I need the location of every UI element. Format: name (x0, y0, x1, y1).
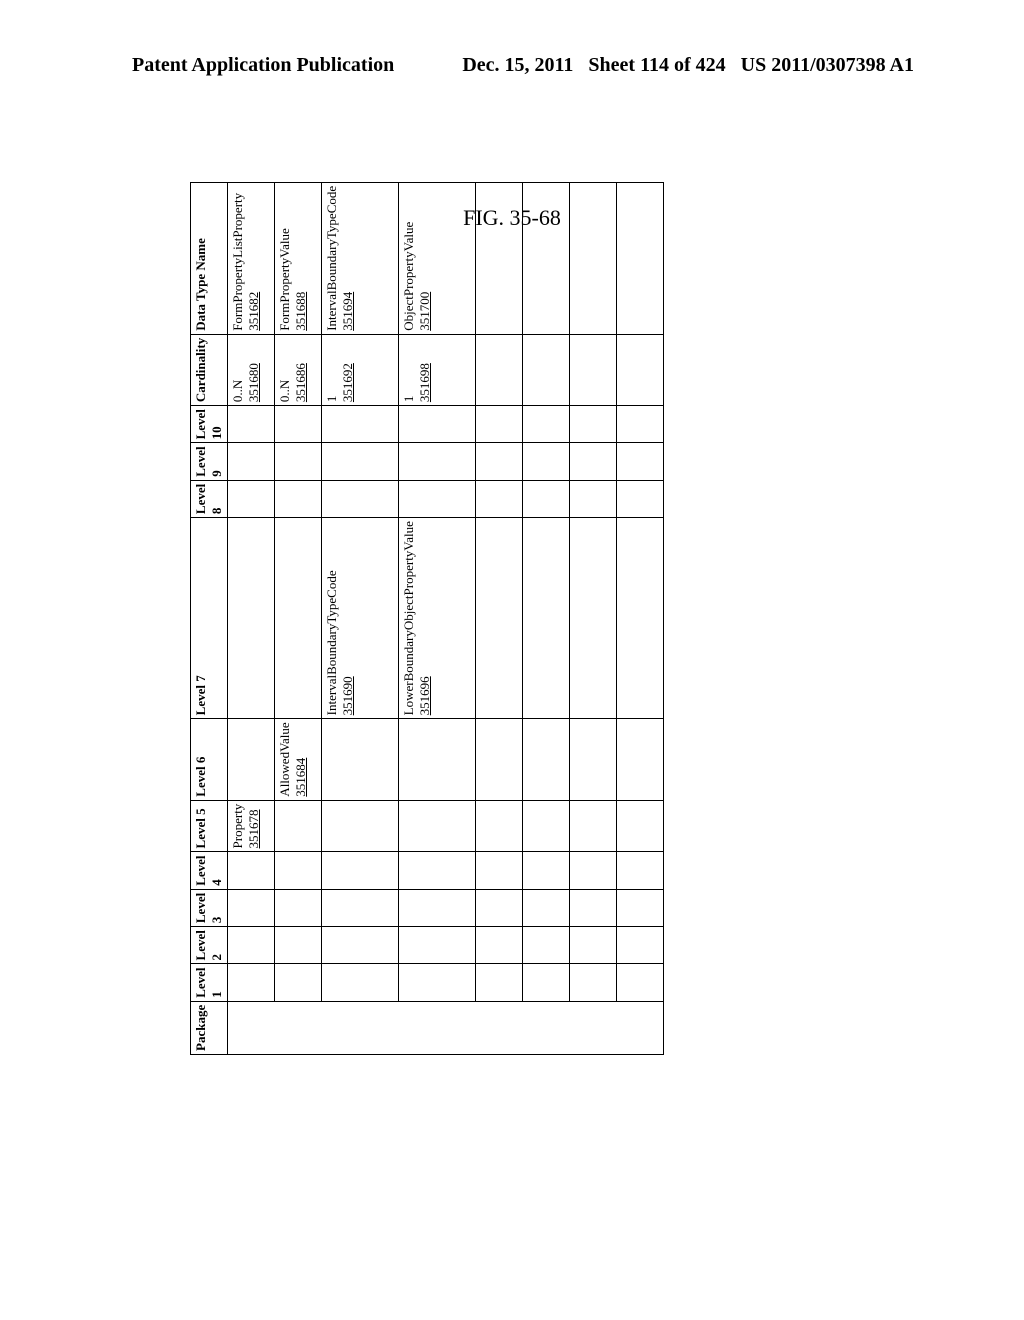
header-right: Dec. 15, 2011 Sheet 114 of 424 US 2011/0… (462, 54, 914, 77)
col-card: Cardinality (191, 334, 228, 405)
table-row: IntervalBoundaryTypeCode 351690 1 351692… (322, 182, 399, 1054)
col-l7: Level 7 (191, 518, 228, 719)
data-table: Package Level 1 Level 2 Level 3 Level 4 … (190, 182, 664, 1055)
col-l3: Level 3 (191, 889, 228, 926)
cell: 1 351692 (322, 334, 399, 405)
table-row (570, 182, 617, 1054)
cell: IntervalBoundaryTypeCode 351690 (322, 518, 399, 719)
page: Patent Application Publication Dec. 15, … (0, 0, 1024, 1320)
col-l5: Level 5 (191, 800, 228, 852)
col-l2: Level 2 (191, 927, 228, 964)
col-l10: Level 10 (191, 406, 228, 443)
cell: 0..N 351680 (228, 334, 275, 405)
cell-package (228, 1001, 664, 1054)
col-l9: Level 9 (191, 443, 228, 480)
table-row (617, 182, 664, 1054)
table-wrapper: Package Level 1 Level 2 Level 3 Level 4 … (190, 182, 664, 1055)
table-row (476, 182, 523, 1054)
table-row: LowerBoundaryObjectPropertyValue 351696 … (399, 182, 476, 1054)
cell: FormPropertyValue 351688 (275, 182, 322, 334)
header-left: Patent Application Publication (132, 54, 394, 77)
col-l8: Level 8 (191, 480, 228, 517)
table-row: Property 351678 0..N 351680 FormProperty… (228, 182, 275, 1054)
cell: 1 351698 (399, 334, 476, 405)
col-dtn: Data Type Name (191, 182, 228, 334)
table-row: AllowedValue 351684 0..N 351686 FormProp… (275, 182, 322, 1054)
col-l1: Level 1 (191, 964, 228, 1001)
cell: Property 351678 (228, 800, 275, 852)
col-l4: Level 4 (191, 852, 228, 889)
cell: LowerBoundaryObjectPropertyValue 351696 (399, 518, 476, 719)
col-package: Package (191, 1001, 228, 1054)
cell: IntervalBoundaryTypeCode 351694 (322, 182, 399, 334)
page-header: Patent Application Publication Dec. 15, … (0, 54, 1024, 77)
table-row (523, 182, 570, 1054)
cell: 0..N 351686 (275, 334, 322, 405)
cell: ObjectPropertyValue 351700 (399, 182, 476, 334)
cell: AllowedValue 351684 (275, 719, 322, 800)
table-header-row: Package Level 1 Level 2 Level 3 Level 4 … (191, 182, 228, 1054)
cell: FormPropertyListProperty 351682 (228, 182, 275, 334)
col-l6: Level 6 (191, 719, 228, 800)
